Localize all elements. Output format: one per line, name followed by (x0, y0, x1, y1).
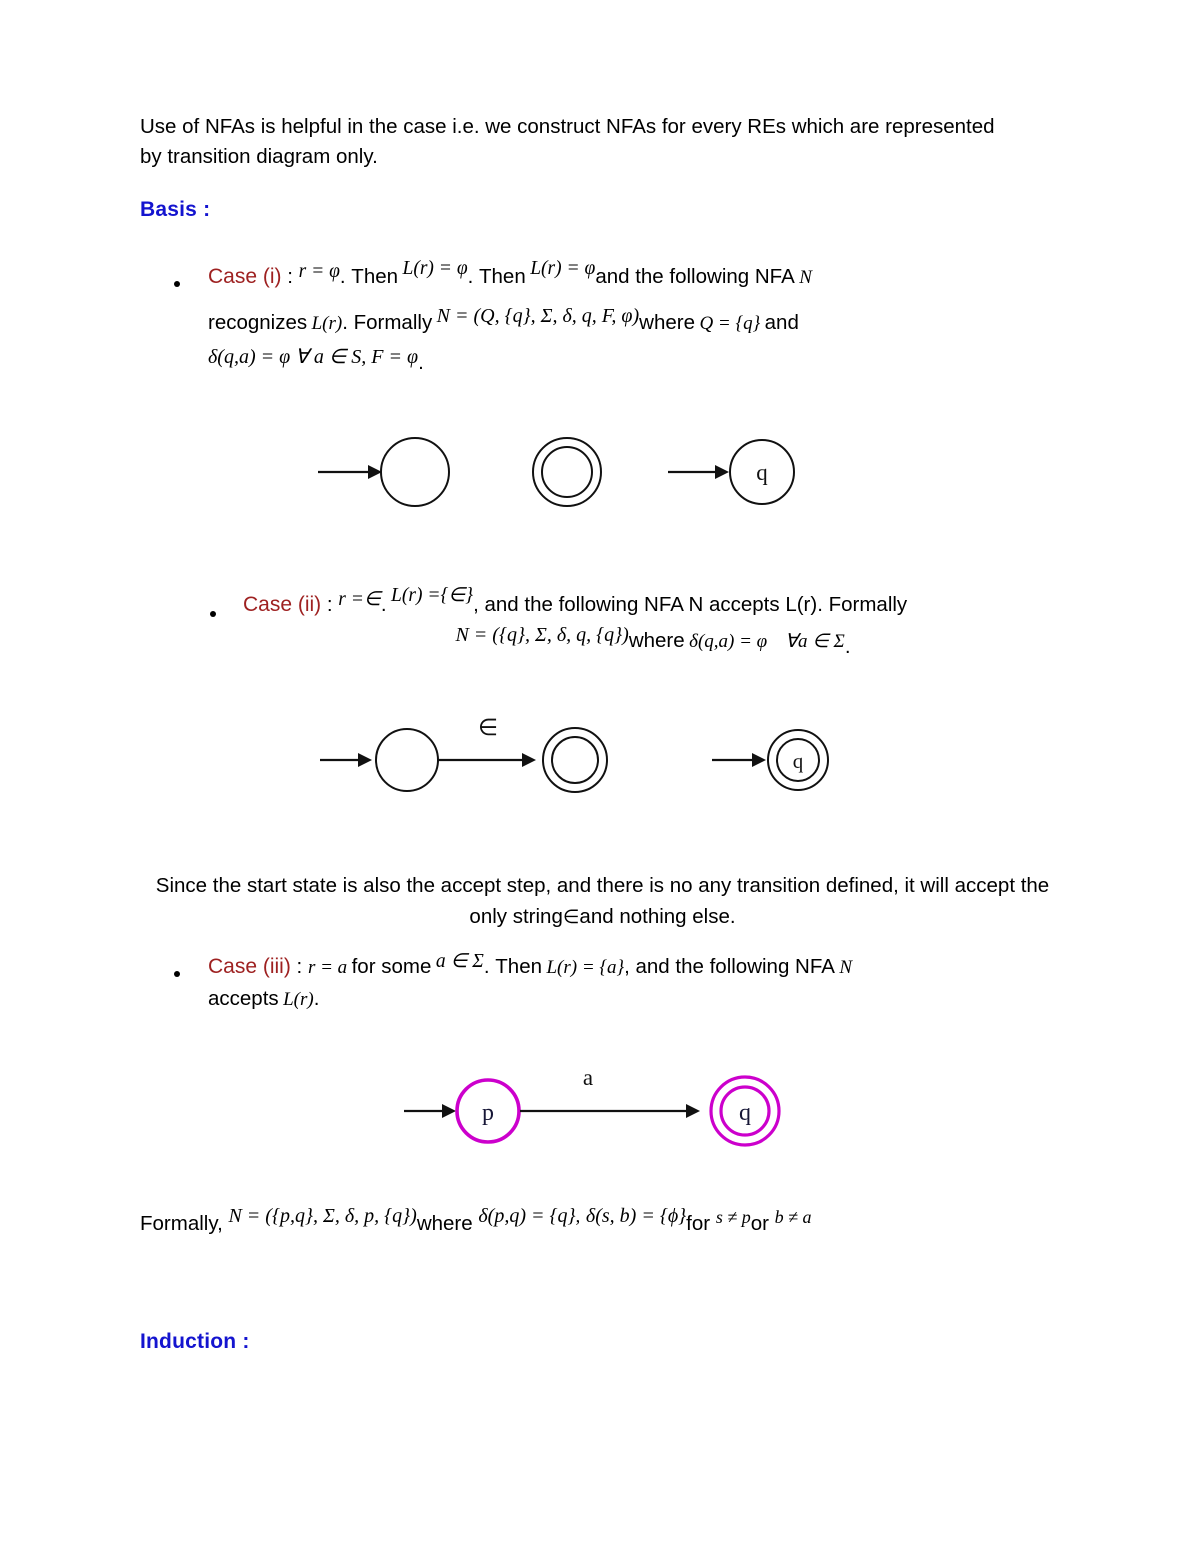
case-i-eq-n: N = (Q, {q}, Σ, δ, q, F, φ) (436, 305, 640, 327)
formally-comma: , (575, 1206, 581, 1227)
transition-arrow-a (520, 1104, 700, 1118)
case-i-tail1: and the following NFA (595, 265, 795, 288)
case-ii-eq-lr: L(r) ={∈} (391, 585, 474, 606)
epsilon-transition-arrow (438, 753, 536, 767)
case-i-then2: . Then (467, 265, 526, 288)
accept-state-inner (551, 736, 599, 784)
case-i-line3: δ(q,a) = φ ∀ a ∈ S, F = φ (208, 346, 419, 368)
bullet-case-iii (174, 971, 180, 977)
case-i-colon: : (281, 265, 299, 288)
case-i-eq-r: r = φ (298, 261, 340, 282)
case-ii-eq-r: r =∈ (338, 589, 381, 610)
case-iii-for-some: for some (351, 955, 432, 978)
formally-line: Formally, N = ({p,q}, Σ, δ, p, {q})where… (140, 1205, 1100, 1236)
case-iii-eq-lr: L(r) = {a} (546, 957, 625, 978)
diagram-empty-language-nfa: q (290, 415, 810, 540)
case-ii-where: where (628, 629, 685, 652)
case-i-eq-lr2: L(r) = φ (530, 258, 596, 279)
diagram-single-symbol-nfa: p a q (390, 1058, 820, 1173)
formally-eq-delta2: δ(s, b) = {ϕ} (585, 1205, 687, 1227)
case-i-and: and (764, 311, 799, 334)
since-paragraph: Since the start state is also the accept… (140, 870, 1065, 933)
formally-for: for (686, 1212, 711, 1235)
case-i-where: where (639, 311, 695, 334)
formally-or: or (750, 1212, 769, 1235)
case-ii-tail: , and the following NFA N accepts L(r). … (473, 593, 908, 616)
case-ii-colon: : (321, 593, 339, 616)
case-i-label: Case (i) (208, 265, 282, 288)
state-circle-1 (380, 437, 450, 507)
formally-eq-n: N = ({p,q}, Σ, δ, p, {q}) (228, 1205, 417, 1227)
formally-where: where (416, 1212, 473, 1235)
case-ii-eq-n: N = ({q}, Σ, δ, q, {q}) (455, 624, 629, 646)
case-i-line2b: . Formally (342, 311, 433, 334)
formally-cond2: b ≠ a (774, 1207, 812, 1227)
state-label-q: q (756, 460, 768, 485)
state-circle-start (375, 728, 439, 792)
accept-state-inner (541, 446, 593, 498)
case-i-line3-period: . (418, 351, 424, 374)
diagram-epsilon-language-nfa: ∈ q (320, 698, 860, 813)
case-iii-eq-mem: a ∈ Σ (435, 951, 484, 972)
state-label-q: q (739, 1100, 751, 1126)
case-iii-colon: : (290, 955, 308, 978)
since-line1: Since the start state is also the accept… (155, 874, 949, 897)
case-iii-tail: , and the following NFA (624, 955, 835, 978)
case-iii-line2a: accepts (208, 987, 279, 1010)
case-iii-line2b: . (313, 987, 320, 1010)
state-label-p: p (482, 1100, 494, 1126)
bullet-case-i (174, 281, 180, 287)
formally-cond1: s ≠ p (715, 1207, 751, 1227)
case-ii-period: . (844, 635, 851, 658)
state-label-q: q (793, 749, 804, 773)
case-ii-block: Case (ii) : r =∈. L(r) ={∈}, and the fol… (243, 585, 1033, 658)
case-i-eq-q: Q = {q} (699, 313, 761, 334)
heading-induction: Induction : (140, 1330, 250, 1353)
transition-label-a: a (583, 1065, 593, 1090)
case-iii-then: . Then (483, 955, 543, 978)
case-i-line2a: recognizes (208, 311, 308, 334)
start-arrow-2 (668, 465, 729, 479)
start-arrow-2 (712, 753, 766, 767)
case-ii-eq-forall: ∀a ∈ Σ (784, 631, 845, 652)
bullet-case-ii (210, 611, 216, 617)
case-i-n: N (799, 267, 812, 288)
case-i-lr: L(r) (311, 313, 343, 334)
formally-eq-delta1: δ(p,q) = {q} (478, 1205, 576, 1227)
since-epsilon: ∈ (562, 907, 580, 928)
document-page: Use of NFAs is helpful in the case i.e. … (0, 0, 1200, 1553)
case-i-eq-lr1: L(r) = φ (402, 258, 468, 279)
case-ii-label: Case (ii) (243, 593, 322, 616)
heading-basis: Basis : (140, 198, 211, 221)
case-iii-block: Case (iii) : r = a for some a ∈ Σ. Then … (208, 951, 998, 1016)
case-ii-dot: . (380, 593, 387, 616)
case-iii-lr: L(r) (283, 989, 314, 1010)
since-line2b: and nothing else. (579, 905, 736, 928)
case-iii-n: N (839, 957, 853, 978)
intro-paragraph: Use of NFAs is helpful in the case i.e. … (140, 115, 995, 168)
formally-prefix: Formally, (140, 1212, 223, 1235)
case-i-block: Case (i) : r = φ. Then L(r) = φ. Then L(… (208, 258, 998, 374)
case-iii-eq-r: r = a (307, 957, 348, 978)
start-arrow-1 (320, 753, 372, 767)
transition-label-epsilon: ∈ (478, 715, 498, 740)
case-i-then1: . Then (339, 265, 399, 288)
case-ii-eq-delta: δ(q,a) = φ (689, 631, 768, 652)
case-iii-label: Case (iii) (208, 955, 291, 978)
start-arrow-1 (318, 465, 382, 479)
start-arrow (404, 1104, 456, 1118)
